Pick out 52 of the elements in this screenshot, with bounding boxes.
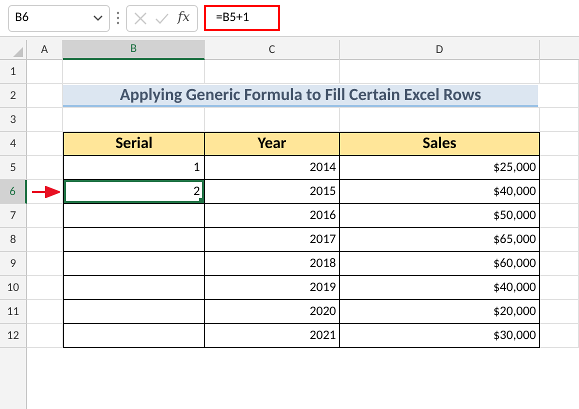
table-cell: $40,000 [340, 180, 540, 204]
row-header[interactable]: 11 [0, 300, 27, 324]
table-cell: $40,000 [340, 276, 540, 300]
table-header-cell: Serial [63, 132, 205, 156]
row-header[interactable]: 9 [0, 252, 27, 276]
title-banner: Applying Generic Formula to Fill Certain Excel Rows [63, 85, 538, 107]
empty-cell[interactable] [63, 228, 205, 252]
function-button[interactable]: fx [178, 8, 190, 28]
column-header[interactable]: C [205, 40, 340, 60]
row-header[interactable]: 1 [0, 60, 27, 84]
row-header[interactable]: 10 [0, 276, 27, 300]
table-cell: $30,000 [340, 324, 540, 348]
table-cell: 2019 [205, 276, 340, 300]
empty-cell[interactable] [63, 324, 205, 348]
table-header-cell: Year [205, 132, 340, 156]
column-header[interactable]: B [63, 40, 205, 60]
table-cell: $60,000 [340, 252, 540, 276]
table-cell: 2017 [205, 228, 340, 252]
table-header-cell: Sales [340, 132, 540, 156]
row-header[interactable]: 3 [0, 108, 27, 132]
table-cell: $20,000 [340, 300, 540, 324]
empty-cell[interactable] [63, 300, 205, 324]
table-cell[interactable]: 1 [63, 156, 205, 180]
table-cell: 2016 [205, 204, 340, 228]
more-icon[interactable] [116, 11, 120, 25]
table-cell: 2014 [205, 156, 340, 180]
chevron-down-icon [93, 15, 103, 21]
table-cell: 2018 [205, 252, 340, 276]
row-header[interactable]: 6 [0, 180, 27, 204]
arrow-icon [32, 186, 60, 198]
table-cell: $65,000 [340, 228, 540, 252]
cancel-icon[interactable] [134, 12, 148, 24]
row-header[interactable]: 4 [0, 132, 27, 156]
table-cell: 2020 [205, 300, 340, 324]
empty-cell[interactable] [63, 276, 205, 300]
table-cell: 2021 [205, 324, 340, 348]
table-cell: $50,000 [340, 204, 540, 228]
empty-cell[interactable] [63, 204, 205, 228]
formula-field[interactable]: =B5+1 [204, 5, 280, 31]
select-all-icon[interactable] [13, 47, 23, 57]
row-header[interactable]: 8 [0, 228, 27, 252]
row-header[interactable]: 7 [0, 204, 27, 228]
row-header[interactable]: 5 [0, 156, 27, 180]
row-header[interactable]: 2 [0, 84, 27, 108]
check-icon[interactable] [155, 12, 170, 24]
column-header[interactable]: D [340, 40, 540, 60]
table-cell[interactable]: 2 [63, 180, 205, 204]
name-box[interactable]: B6 [8, 4, 110, 32]
table-cell: $25,000 [340, 156, 540, 180]
row-header[interactable]: 12 [0, 324, 27, 348]
table-cell: 2015 [205, 180, 340, 204]
empty-cell[interactable] [63, 252, 205, 276]
